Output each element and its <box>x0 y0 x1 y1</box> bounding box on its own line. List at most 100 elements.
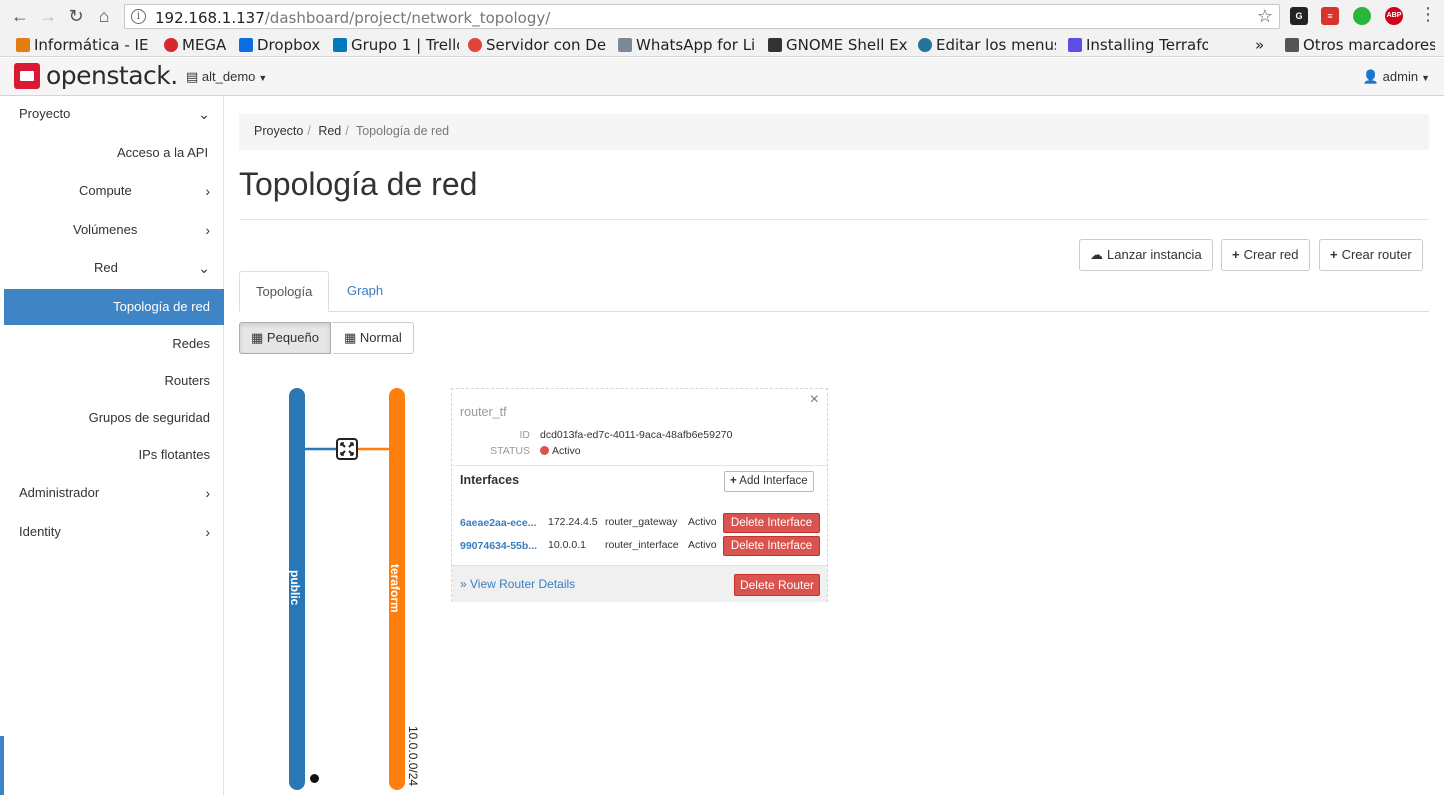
sidebar-item-volumes[interactable]: Volúmenes › <box>4 212 224 248</box>
sidebar-item-networks[interactable]: Redes <box>4 326 224 362</box>
interfaces-title: Interfaces <box>460 473 520 487</box>
menu-kebab-icon[interactable]: ⋮ <box>1419 4 1437 25</box>
globe-icon <box>309 773 320 784</box>
top-navbar: openstack. ▤ alt_demo ▼ 👤 admin ▼ <box>0 58 1444 96</box>
network-public-label: public <box>288 570 302 606</box>
todoist-extension-icon[interactable]: ≡ <box>1321 7 1339 25</box>
bookmark-item[interactable]: GNOME Shell Ext <box>768 36 908 54</box>
popup-footer: » View Router Details Delete Router <box>452 565 827 602</box>
chat-extension-icon[interactable] <box>1353 7 1371 25</box>
bookmark-item[interactable]: Installing Terrafo <box>1068 36 1208 54</box>
bookmark-star-icon[interactable]: ☆ <box>1257 6 1273 27</box>
interface-ip: 172.24.4.5 <box>548 516 598 528</box>
delete-router-button[interactable]: Delete Router <box>734 574 820 596</box>
page-title: Topología de red <box>239 166 478 202</box>
link-icon <box>468 38 482 52</box>
bookmark-item[interactable]: MEGA <box>164 36 230 54</box>
bookmarks-overflow[interactable]: » <box>1255 36 1269 54</box>
scrollbar[interactable] <box>0 736 4 795</box>
sidebar-item-api-access[interactable]: Acceso a la API <box>4 135 224 171</box>
ies-icon <box>16 38 30 52</box>
chevron-right-icon: › <box>205 485 210 501</box>
sidebar-item-identity[interactable]: Identity › <box>4 514 224 550</box>
bookmark-item[interactable]: WhatsApp for Lin <box>618 36 756 54</box>
reload-icon[interactable]: ↻ <box>66 6 86 26</box>
gnome-extension-icon[interactable]: G <box>1290 7 1308 25</box>
status-label: STATUS <box>490 445 530 457</box>
interface-id-link[interactable]: 6aeae2aa-ece... <box>460 517 536 529</box>
delete-interface-button[interactable]: Delete Interface <box>723 536 820 556</box>
sidebar-item-network-topology[interactable]: Topología de red <box>4 289 224 325</box>
normal-size-button[interactable]: ▦ Normal <box>333 322 414 354</box>
caret-down-icon: ▼ <box>1421 73 1430 83</box>
info-icon[interactable]: i <box>131 9 146 24</box>
sidebar-item-routers[interactable]: Routers <box>4 363 224 399</box>
create-network-button[interactable]: + Crear red <box>1221 239 1310 271</box>
bookmark-item[interactable]: Grupo 1 | Trello <box>333 36 459 54</box>
interface-row: 99074634-55b... 10.0.0.1 router_interfac… <box>460 536 820 556</box>
breadcrumb-current: Topología de red <box>355 124 450 138</box>
home-icon[interactable]: ⌂ <box>94 6 114 26</box>
chevron-right-icon: › <box>205 222 210 238</box>
back-arrow-icon[interactable]: ← <box>10 6 30 26</box>
launch-instance-button[interactable]: ☁ Lanzar instancia <box>1079 239 1213 271</box>
project-dropdown[interactable]: ▤ alt_demo ▼ <box>186 69 267 85</box>
small-size-button[interactable]: ▦ Pequeño <box>239 322 331 354</box>
status-dot-icon <box>540 446 549 455</box>
delete-interface-button[interactable]: Delete Interface <box>723 513 820 533</box>
sidebar-item-proyecto[interactable]: Proyecto ⌄ <box>4 96 224 132</box>
bookmark-item[interactable]: Dropbox <box>239 36 325 54</box>
sidebar: Proyecto ⌄ Acceso a la API Compute › Volúm… <box>4 96 224 795</box>
tabs-divider <box>239 311 1429 312</box>
interface-type: router_gateway <box>605 516 678 528</box>
sidebar-item-compute[interactable]: Compute › <box>4 173 224 209</box>
bookmark-item[interactable]: Editar los menus <box>918 36 1056 54</box>
sidebar-item-security-groups[interactable]: Grupos de seguridad <box>4 400 224 436</box>
other-bookmarks[interactable]: Otros marcadores <box>1285 36 1435 54</box>
tab-graph[interactable]: Graph <box>331 271 399 312</box>
sidebar-item-admin[interactable]: Administrador › <box>4 475 224 511</box>
grid-large-icon: ▦ <box>344 330 357 345</box>
bookmark-item[interactable]: Servidor con Deb <box>468 36 607 54</box>
plus-icon: + <box>1330 247 1338 262</box>
interface-ip: 10.0.0.1 <box>548 539 586 551</box>
topology-canvas: public teraform 10.0.0.0/24 <box>239 380 459 795</box>
sidebar-item-red[interactable]: Red ⌄ <box>4 250 224 286</box>
adblock-extension-icon[interactable]: ABP <box>1385 7 1403 25</box>
url-text[interactable]: 192.168.1.137/dashboard/project/network_… <box>155 9 550 27</box>
sidebar-item-floating-ips[interactable]: IPs flotantes <box>4 437 224 473</box>
interface-id-link[interactable]: 99074634-55b... <box>460 540 537 552</box>
user-dropdown[interactable]: 👤 admin ▼ <box>1363 69 1430 85</box>
openstack-logo-text[interactable]: openstack. <box>46 61 178 90</box>
view-router-details-link[interactable]: » View Router Details <box>460 577 575 591</box>
plus-icon: + <box>1232 247 1240 262</box>
caret-down-icon: ▼ <box>258 73 268 83</box>
router-id: dcd013fa-ed7c-4011-9aca-48afb6e59270 <box>540 429 733 441</box>
openstack-logo-icon[interactable] <box>14 63 40 89</box>
network-cidr: 10.0.0.0/24 <box>406 726 420 787</box>
gnome-icon <box>768 38 782 52</box>
address-bar[interactable]: i 192.168.1.137/dashboard/project/networ… <box>124 4 1280 29</box>
divider <box>452 465 827 466</box>
interface-status: Activo <box>688 516 717 528</box>
id-label: ID <box>519 429 531 441</box>
forward-arrow-icon[interactable]: → <box>38 6 58 26</box>
folder-icon <box>1285 38 1299 52</box>
create-router-button[interactable]: + Crear router <box>1319 239 1423 271</box>
whatsapp-icon <box>618 38 632 52</box>
router-node-icon[interactable] <box>336 438 358 460</box>
breadcrumb-red[interactable]: Red <box>318 124 341 138</box>
breadcrumb-project[interactable]: Proyecto <box>254 124 303 138</box>
mega-icon <box>164 38 178 52</box>
close-icon[interactable]: × <box>810 391 819 409</box>
router-popup: × router_tf ID dcd013fa-ed7c-4011-9aca-4… <box>451 388 828 602</box>
tab-topology[interactable]: Topología <box>239 271 330 312</box>
add-interface-button[interactable]: + Add Interface <box>724 471 814 492</box>
browser-toolbar: ← → ↻ ⌂ i 192.168.1.137/dashboard/projec… <box>0 0 1444 33</box>
user-icon: 👤 <box>1362 69 1380 84</box>
server-icon: ▤ <box>186 69 199 84</box>
divider <box>239 219 1429 220</box>
wordpress-icon <box>918 38 932 52</box>
bookmark-item[interactable]: Informática - IES <box>16 36 148 54</box>
interface-type: router_interface <box>605 539 679 551</box>
